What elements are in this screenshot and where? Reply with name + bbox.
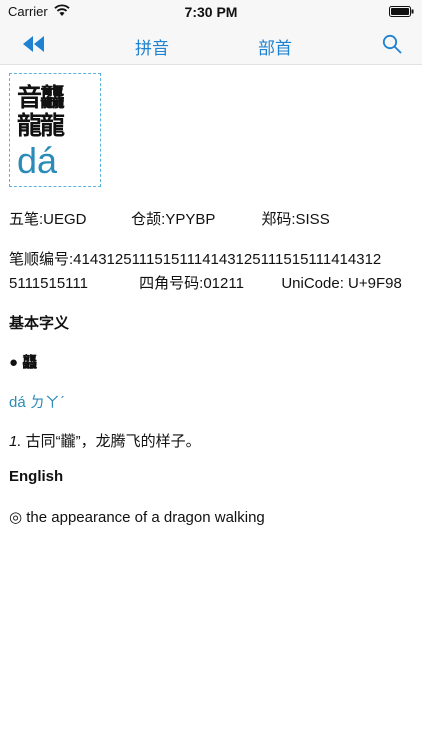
definition-number: 1.: [9, 433, 22, 450]
tab-radical[interactable]: 部首: [258, 34, 292, 59]
basic-meaning-heading: 基本字义: [9, 315, 70, 332]
character-glyph: 音龘 龍龍: [17, 84, 65, 140]
character-pinyin: dá: [17, 140, 58, 181]
unicode-value: UniCode: U+9F98: [281, 275, 402, 292]
stroke-order-cont: 5111515111 四角号码:01211 UniCode: U+9F98: [9, 272, 402, 293]
cangjie-code: 仓颉:YPYBP: [131, 211, 216, 228]
english-definition: ◎ the appearance of a dragon walking: [9, 509, 265, 526]
status-bar: Carrier 7:30 PM: [0, 0, 422, 24]
english-heading: English: [9, 468, 64, 485]
entry-character: ● 龘: [9, 354, 38, 371]
sijiao-code: 四角号码:01211: [139, 275, 244, 292]
status-time: 7:30 PM: [184, 4, 238, 20]
entry-pinyin: dá ㄉㄚˊ: [9, 394, 65, 411]
tab-pinyin[interactable]: 拼音: [135, 34, 169, 59]
battery-icon: [389, 6, 414, 17]
stroke-order: 笔顺编号:41431251115151114143125111515111414…: [9, 251, 382, 268]
definition-item: 1. 古同“龖”，龙腾飞的样子。: [9, 430, 201, 451]
stroke-order-tail: 5111515111: [9, 275, 88, 292]
wubi-code: 五笔:UEGD: [9, 211, 87, 228]
character-card: 音龘 龍龍 dá: [9, 73, 101, 187]
definition-text: 古同“龖”，龙腾飞的样子。: [21, 433, 201, 450]
navigation-bar: 拼音 部首: [0, 24, 422, 65]
zhengma-code: 郑码:SISS: [261, 211, 330, 228]
input-codes: 五笔:UEGD 仓颉:YPYBP 郑码:SISS: [9, 208, 330, 229]
search-icon[interactable]: [382, 34, 402, 54]
back-icon[interactable]: [20, 32, 46, 56]
